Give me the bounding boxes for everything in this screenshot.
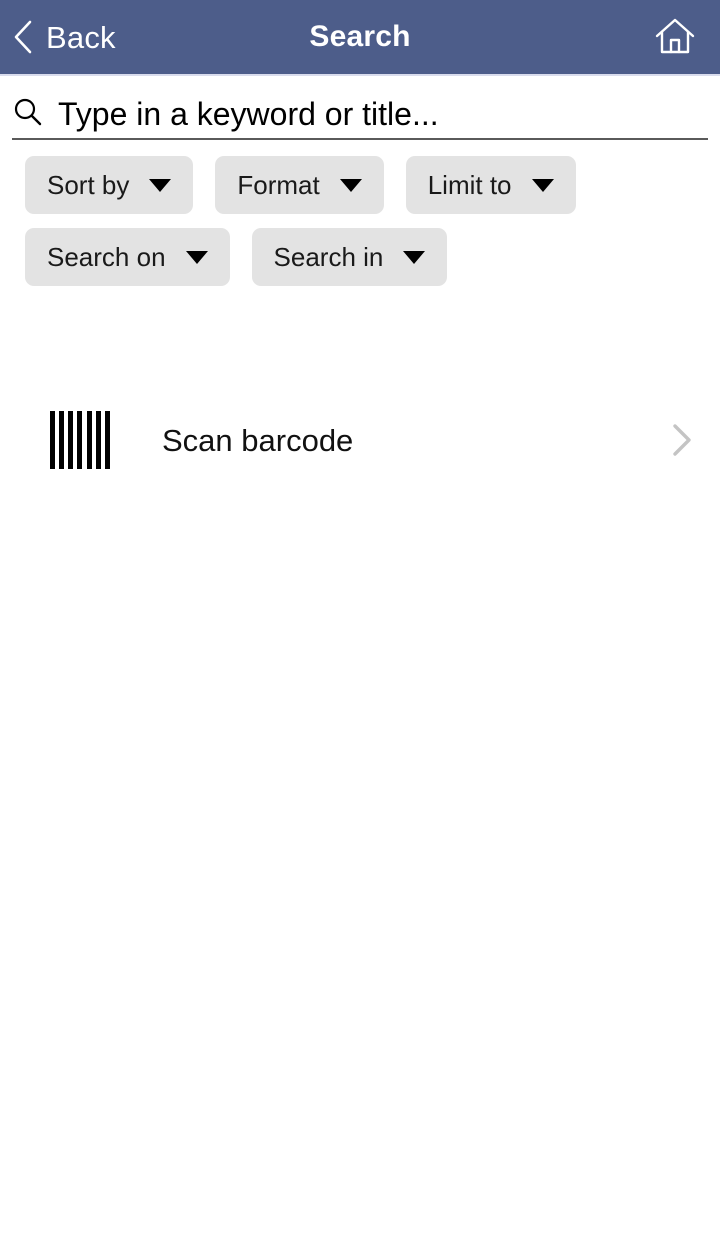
filter-chip-label: Sort by <box>47 170 130 200</box>
filter-chip-label: Format <box>237 170 320 200</box>
search-icon <box>12 96 44 128</box>
filter-chip-limit-to[interactable]: Limit to <box>405 156 576 214</box>
back-label: Back <box>46 19 116 55</box>
chevron-left-icon <box>12 19 34 55</box>
filter-row-secondary: Search on Search in <box>0 228 720 286</box>
home-icon <box>653 17 697 57</box>
app-header: Back Search <box>0 0 720 76</box>
barcode-icon <box>50 411 110 469</box>
home-button[interactable] <box>652 14 698 60</box>
chevron-right-icon <box>666 420 696 460</box>
chevron-down-icon <box>339 178 362 192</box>
filter-row-primary: Sort by Format Limit to <box>0 156 720 214</box>
filter-chip-label: Limit to <box>427 170 512 200</box>
filter-chip-format[interactable]: Format <box>215 156 384 214</box>
scan-barcode-row[interactable]: Scan barcode <box>0 392 720 488</box>
chevron-down-icon <box>149 178 172 192</box>
filter-chip-search-on[interactable]: Search on <box>25 228 230 286</box>
chevron-down-icon <box>185 250 208 264</box>
filter-chip-sort-by[interactable]: Sort by <box>25 156 194 214</box>
scan-barcode-label: Scan barcode <box>162 422 354 458</box>
chevron-down-icon <box>403 250 426 264</box>
search-bar[interactable] <box>12 76 708 140</box>
back-button[interactable]: Back <box>0 19 116 55</box>
filter-chip-search-in[interactable]: Search in <box>251 228 448 286</box>
filter-chips: Sort by Format Limit to Search on Search… <box>0 140 720 286</box>
chevron-down-icon <box>531 178 554 192</box>
search-input[interactable] <box>58 96 708 132</box>
filter-chip-label: Search in <box>273 242 384 272</box>
filter-chip-label: Search on <box>47 242 166 272</box>
